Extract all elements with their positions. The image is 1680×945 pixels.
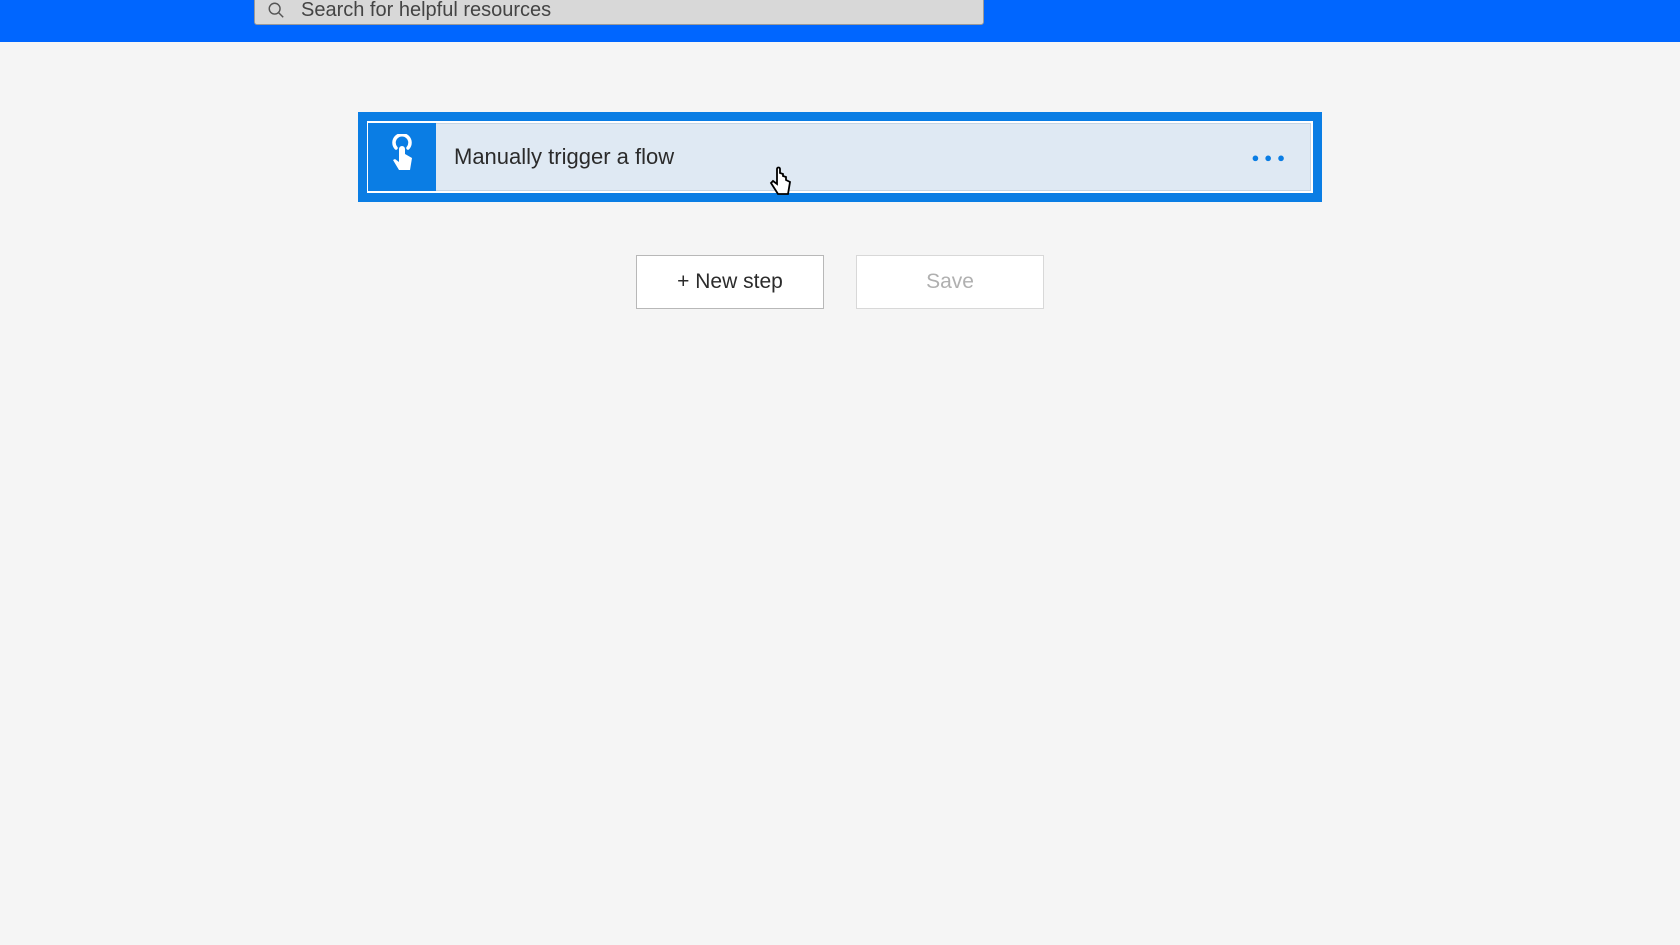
search-box[interactable] bbox=[254, 0, 984, 25]
new-step-button[interactable]: + New step bbox=[636, 255, 824, 309]
top-header bbox=[0, 0, 1680, 42]
trigger-icon-box bbox=[368, 123, 436, 191]
trigger-card-header[interactable]: Manually trigger a flow ●●● bbox=[369, 123, 1311, 191]
action-button-row: + New step Save bbox=[636, 255, 1044, 309]
search-icon bbox=[267, 1, 285, 19]
touch-tap-icon bbox=[382, 134, 422, 181]
more-options-button[interactable]: ●●● bbox=[1251, 150, 1310, 165]
flow-canvas: Manually trigger a flow ●●● + New step S… bbox=[0, 42, 1680, 309]
trigger-title: Manually trigger a flow bbox=[436, 144, 1251, 170]
search-input[interactable] bbox=[301, 0, 971, 22]
trigger-card[interactable]: Manually trigger a flow ●●● bbox=[358, 112, 1322, 202]
save-button[interactable]: Save bbox=[856, 255, 1044, 309]
